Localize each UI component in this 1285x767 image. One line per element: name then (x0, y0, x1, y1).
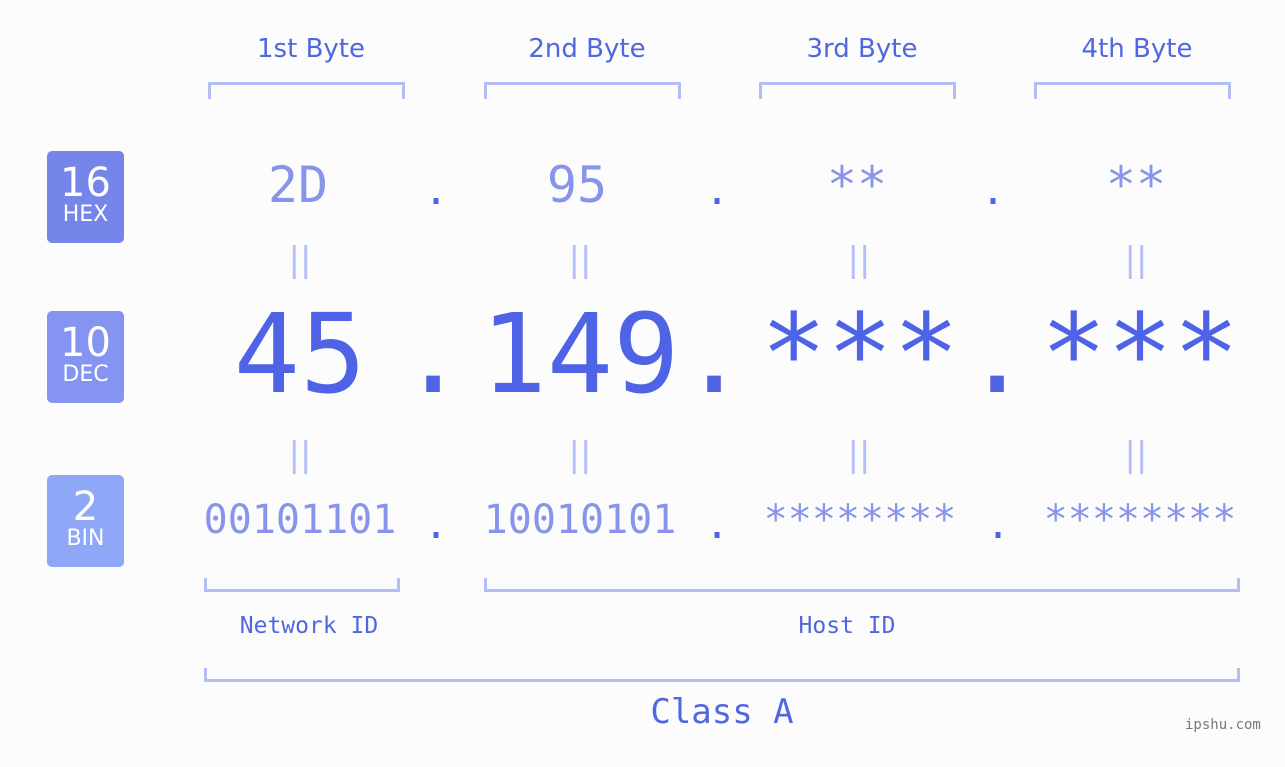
hex-base-number: 16 (60, 160, 111, 206)
dec-dot-3: . (964, 290, 1031, 418)
hex-base-label: HEX (62, 202, 109, 227)
hex-dot-2: . (705, 168, 730, 214)
byte-header-4: 4th Byte (1081, 34, 1193, 64)
dec-byte-3: *** (760, 290, 960, 418)
byte-bracket-2 (484, 82, 681, 99)
hex-byte-2: 95 (546, 156, 608, 214)
dec-byte-2: 149 (480, 290, 680, 418)
dec-badge: 10 DEC (47, 311, 124, 403)
bin-byte-1: 00101101 (203, 497, 397, 543)
bin-base-label: BIN (66, 526, 105, 551)
dec-base-number: 10 (60, 320, 111, 366)
watermark: ipshu.com (1185, 717, 1261, 733)
equals-sign: || (568, 240, 592, 280)
dec-byte-1: 45 (233, 290, 367, 418)
equals-sign: || (847, 240, 871, 280)
bin-base-number: 2 (72, 484, 99, 530)
hex-byte-1: 2D (267, 156, 329, 214)
host-id-label: Host ID (798, 613, 896, 639)
network-id-label: Network ID (239, 613, 379, 639)
dec-base-label: DEC (62, 362, 109, 387)
bin-dot-1: . (424, 502, 449, 548)
dec-byte-4: *** (1040, 290, 1240, 418)
bin-byte-2: 10010101 (483, 497, 677, 543)
host-id-bracket (484, 578, 1240, 592)
byte-bracket-4 (1034, 82, 1231, 99)
hex-badge: 16 HEX (47, 151, 124, 243)
bin-byte-4: ******** (1043, 497, 1237, 543)
hex-byte-3: ** (826, 156, 888, 214)
byte-bracket-3 (759, 82, 956, 99)
byte-header-1: 1st Byte (257, 34, 365, 64)
byte-bracket-1 (208, 82, 405, 99)
bin-dot-3: . (986, 502, 1011, 548)
class-label: Class A (650, 692, 794, 732)
bin-byte-3: ******** (763, 497, 957, 543)
byte-header-2: 2nd Byte (528, 34, 646, 64)
equals-sign: || (288, 435, 312, 475)
hex-byte-4: ** (1105, 156, 1167, 214)
dec-dot-2: . (681, 290, 748, 418)
hex-dot-1: . (424, 168, 449, 214)
bin-dot-2: . (705, 502, 730, 548)
byte-header-3: 3rd Byte (806, 34, 918, 64)
equals-sign: || (1124, 240, 1148, 280)
equals-sign: || (288, 240, 312, 280)
hex-dot-3: . (981, 168, 1006, 214)
equals-sign: || (847, 435, 871, 475)
class-bracket (204, 668, 1240, 682)
network-id-bracket (204, 578, 400, 592)
equals-sign: || (568, 435, 592, 475)
bin-badge: 2 BIN (47, 475, 124, 567)
equals-sign: || (1124, 435, 1148, 475)
dec-dot-1: . (400, 290, 467, 418)
